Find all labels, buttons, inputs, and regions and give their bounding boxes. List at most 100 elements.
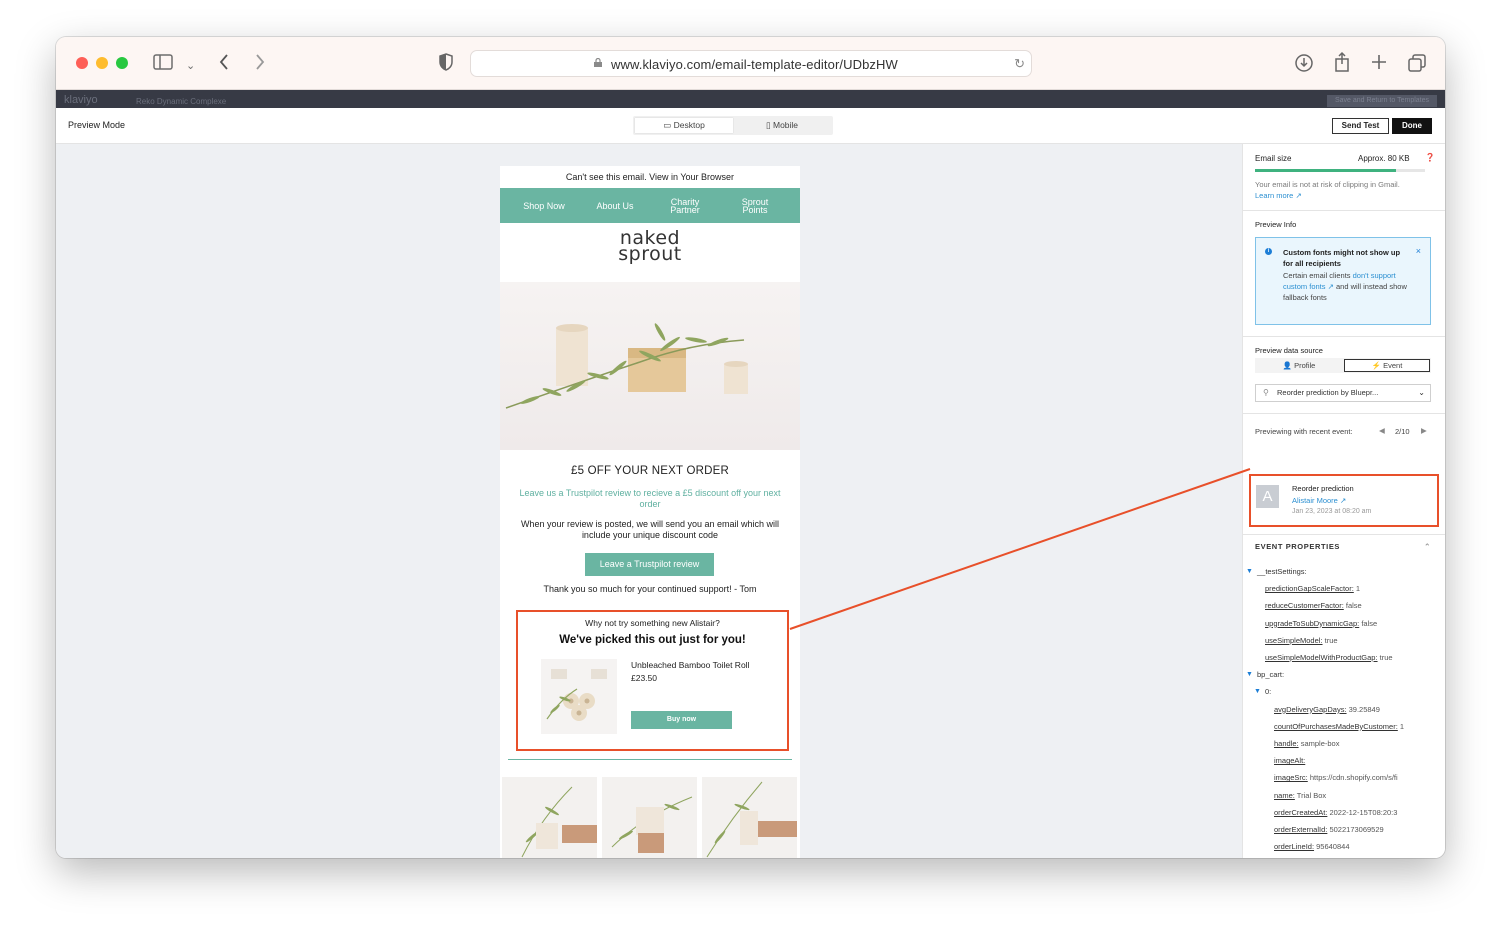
expand-toggle-icon[interactable]: ▼ bbox=[1246, 671, 1253, 678]
profile-label: Profile bbox=[1294, 361, 1316, 370]
event-label: Event bbox=[1383, 361, 1403, 370]
sidebar-toggle-icon[interactable] bbox=[153, 54, 173, 74]
property-value: 5022173069529 bbox=[1327, 825, 1384, 834]
browser-window: ⌄ www.klaviyo.com/email-template-editor/… bbox=[56, 37, 1445, 858]
property-value: 39.25849 bbox=[1346, 704, 1380, 714]
save-return-button[interactable]: Save and Return to Templates bbox=[1326, 95, 1437, 107]
selected-event-card[interactable]: A Reorder prediction Alistair Moore ↗ Ja… bbox=[1249, 474, 1439, 527]
event-property-row: predictionGapScaleFactor: 1 bbox=[1265, 584, 1360, 593]
desktop-tab[interactable]: ▭ Desktop bbox=[635, 118, 733, 133]
event-property-row: imageSrc: https://cdn.shopify.com/s/fi bbox=[1274, 773, 1398, 782]
custom-fonts-notice: i × Custom fonts might not show up for a… bbox=[1255, 237, 1431, 325]
event-title: Reorder prediction bbox=[1292, 484, 1354, 493]
mobile-tab[interactable]: ▯ Mobile bbox=[733, 118, 831, 133]
desktop-label: Desktop bbox=[673, 120, 705, 130]
data-source-toggle: 👤 Profile ⚡ Event bbox=[1255, 358, 1431, 373]
event-property-row: name: Trial Box bbox=[1274, 791, 1326, 800]
property-value: Trial Box bbox=[1294, 790, 1327, 800]
property-key: useSimpleModel: bbox=[1265, 635, 1323, 645]
event-user-link[interactable]: Alistair Moore ↗ bbox=[1292, 496, 1346, 505]
product-thumbnail[interactable] bbox=[502, 777, 597, 858]
email-size-bar-fill bbox=[1255, 169, 1397, 172]
profile-option[interactable]: 👤 Profile bbox=[1256, 359, 1342, 372]
next-event-icon[interactable]: ▶ bbox=[1421, 426, 1427, 435]
event-properties-label: EVENT PROPERTIES bbox=[1255, 542, 1341, 551]
event-property-row: upgradeToSubDynamicGap: false bbox=[1265, 619, 1377, 628]
expand-toggle-icon[interactable]: ▼ bbox=[1246, 568, 1253, 575]
external-link-icon: ↗ bbox=[1339, 496, 1347, 505]
nav-sprout-points[interactable]: Sprout Points bbox=[732, 188, 778, 223]
browser-toolbar: ⌄ www.klaviyo.com/email-template-editor/… bbox=[56, 37, 1445, 90]
help-icon[interactable]: ❓ bbox=[1425, 153, 1435, 162]
divider bbox=[1243, 534, 1445, 535]
hero-image[interactable] bbox=[500, 282, 800, 450]
divider bbox=[508, 759, 792, 760]
product-price: £23.50 bbox=[631, 673, 657, 683]
divider bbox=[1243, 413, 1445, 414]
event-property-row: __testSettings: bbox=[1257, 567, 1307, 576]
done-button[interactable]: Done bbox=[1392, 118, 1432, 134]
property-value: true bbox=[1377, 653, 1393, 662]
learn-more-link[interactable]: Learn more ↗ bbox=[1255, 191, 1302, 200]
event-property-row: reduceCustomerFactor: false bbox=[1265, 601, 1362, 610]
tab-overview-icon[interactable] bbox=[1407, 53, 1427, 77]
divider bbox=[1243, 210, 1445, 211]
expand-toggle-icon[interactable]: ▼ bbox=[1254, 688, 1261, 695]
trustpilot-button[interactable]: Leave a Trustpilot review bbox=[585, 553, 714, 576]
view-in-browser-link[interactable]: Can't see this email. View in Your Brows… bbox=[500, 172, 800, 182]
preview-sidebar: Email size Approx. 80 KB ❓ Your email is… bbox=[1242, 144, 1445, 858]
klaviyo-logo[interactable]: klaviyo bbox=[64, 94, 98, 106]
notice-title: Custom fonts might not show up for all r… bbox=[1283, 248, 1401, 268]
close-window-button[interactable] bbox=[76, 57, 88, 69]
chevron-down-icon[interactable]: ⌄ bbox=[186, 56, 195, 76]
mobile-icon: ▯ bbox=[765, 120, 773, 130]
nav-shop-now[interactable]: Shop Now bbox=[514, 188, 574, 223]
template-name: Reko Dynamic Complexe bbox=[136, 97, 227, 106]
product-image[interactable] bbox=[541, 659, 617, 734]
previewing-label: Previewing with recent event: bbox=[1255, 427, 1353, 436]
property-key: handle: bbox=[1274, 739, 1299, 748]
new-tab-icon[interactable] bbox=[1370, 53, 1388, 75]
thanks-text: Thank you so much for your continued sup… bbox=[543, 584, 757, 594]
event-option[interactable]: ⚡ Event bbox=[1344, 359, 1430, 372]
event-select[interactable]: ⚲ Reorder prediction by Bluepr... ⌄ bbox=[1255, 384, 1431, 402]
share-icon[interactable] bbox=[1333, 51, 1351, 77]
event-user: Alistair Moore bbox=[1292, 496, 1338, 505]
event-properties-heading[interactable]: EVENT PROPERTIES ⌃ bbox=[1255, 542, 1431, 551]
brand-logo[interactable]: naked sprout bbox=[500, 229, 800, 265]
url-text: www.klaviyo.com/email-template-editor/UD… bbox=[611, 57, 898, 72]
preview-info-label: Preview Info bbox=[1255, 220, 1297, 229]
mobile-label: Mobile bbox=[773, 120, 799, 130]
property-key: __testSettings: bbox=[1257, 567, 1307, 576]
zoom-window-button[interactable] bbox=[116, 57, 128, 69]
minimize-window-button[interactable] bbox=[96, 57, 108, 69]
nav-about-us[interactable]: About Us bbox=[585, 188, 645, 223]
shield-icon[interactable] bbox=[439, 53, 453, 75]
chevron-down-icon: ⌄ bbox=[1418, 388, 1425, 397]
lightning-icon: ⚡ bbox=[1371, 361, 1384, 370]
address-bar[interactable]: www.klaviyo.com/email-template-editor/UD… bbox=[470, 50, 1032, 77]
reload-icon[interactable]: ↻ bbox=[1014, 56, 1025, 72]
buy-now-button[interactable]: Buy now bbox=[631, 711, 732, 729]
nav-charity-partner[interactable]: Charity Partner bbox=[660, 188, 710, 223]
property-key: orderExternalId: bbox=[1274, 825, 1328, 834]
learn-more-text: Learn more bbox=[1255, 191, 1294, 200]
event-property-row: orderLineId: 95640844 bbox=[1274, 842, 1349, 851]
product-thumbnail[interactable] bbox=[602, 777, 697, 858]
send-test-button[interactable]: Send Test bbox=[1332, 118, 1389, 134]
property-value: false bbox=[1359, 618, 1378, 628]
download-icon[interactable] bbox=[1294, 53, 1314, 77]
device-toggle: ▭ Desktop ▯ Mobile bbox=[633, 116, 833, 135]
back-icon[interactable] bbox=[218, 53, 230, 75]
product-name: Unbleached Bamboo Toilet Roll bbox=[631, 660, 750, 670]
property-value: 2022-12-15T08:20:3 bbox=[1327, 807, 1398, 817]
prev-event-icon[interactable]: ◀ bbox=[1379, 426, 1385, 435]
desktop-icon: ▭ bbox=[663, 120, 674, 130]
logo-line-2: sprout bbox=[618, 243, 683, 265]
property-key: predictionGapScaleFactor: bbox=[1265, 584, 1354, 594]
trustpilot-link[interactable]: Leave us a Trustpilot review to recieve … bbox=[508, 488, 792, 510]
forward-icon[interactable] bbox=[254, 53, 266, 75]
product-thumbnail[interactable] bbox=[702, 777, 797, 858]
close-icon[interactable]: × bbox=[1416, 246, 1421, 256]
email-preview: Can't see this email. View in Your Brows… bbox=[500, 166, 800, 858]
